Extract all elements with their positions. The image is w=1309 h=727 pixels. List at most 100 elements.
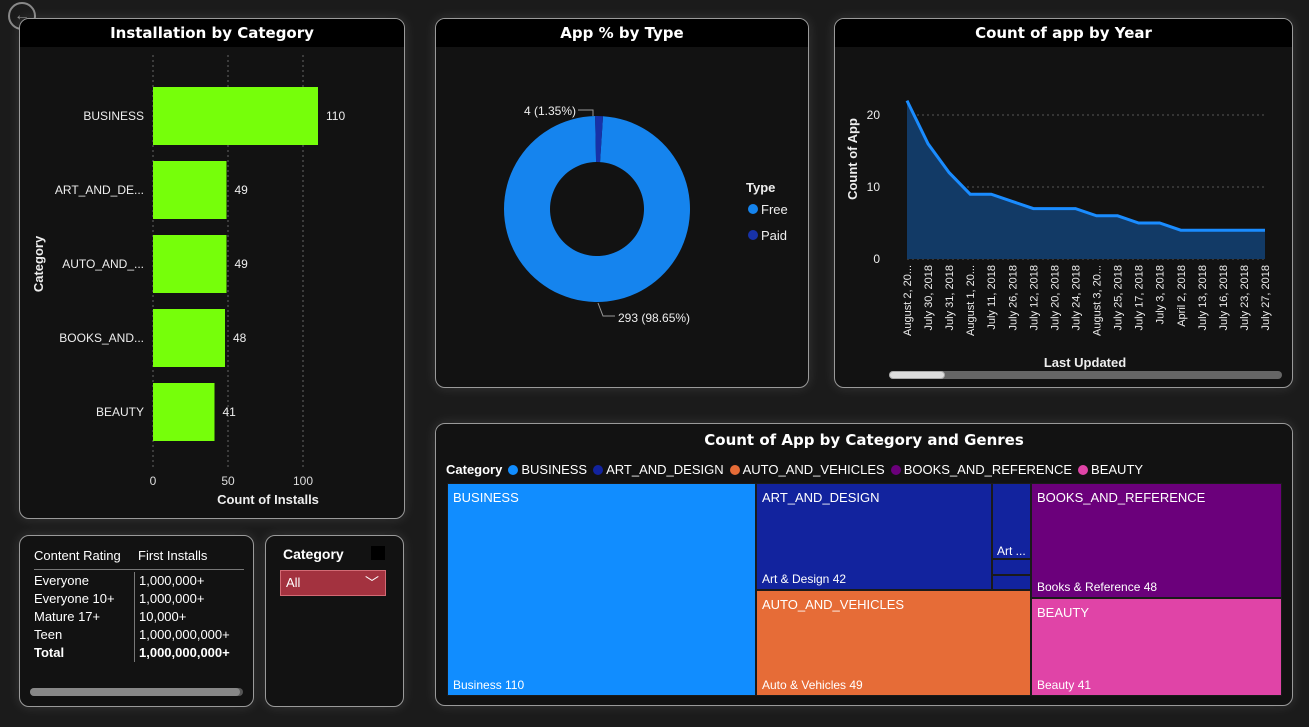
area-fill (907, 100, 1265, 259)
x-tick-label: 100 (293, 474, 313, 488)
x-tick-label: July 27, 2018 (1260, 265, 1272, 330)
bar (153, 309, 225, 367)
legend-item-business[interactable]: BUSINESS (508, 462, 587, 477)
paid-leader-line (578, 109, 594, 116)
free-data-label: 293 (98.65%) (618, 311, 690, 325)
x-tick-label: July 24, 2018 (1070, 265, 1082, 330)
bar-data-label: 49 (235, 183, 249, 197)
x-tick-label: August 3, 20... (1092, 265, 1104, 336)
table-total-row: Total 1,000,000,000+ (34, 644, 244, 662)
year-area-svg: 0 10 20 August 2, 20... July 30, 2018 July 31… (845, 99, 1272, 370)
category-dropdown[interactable]: All ﹀ (280, 570, 386, 596)
x-axis-title: Count of Installs (217, 492, 319, 507)
legend-dot-beauty (1078, 464, 1089, 475)
treemap-legend-title: Category (446, 462, 503, 477)
x-tick-label: July 13, 2018 (1197, 265, 1209, 330)
legend-label-paid: Paid (761, 228, 787, 243)
bar-data-label: 110 (326, 109, 345, 123)
bar-data-label: 49 (235, 257, 249, 271)
legend-dot-art (593, 464, 604, 475)
legend-dot-auto (729, 464, 740, 475)
slicer-clear-icon[interactable] (371, 546, 385, 560)
table-row: Mature 17+ 10,000+ (34, 608, 244, 626)
legend-item-art[interactable]: ART_AND_DESIGN (593, 462, 724, 477)
dropdown-selected-value: All (286, 575, 301, 590)
slicer-title: Category (283, 546, 344, 562)
x-tick-label: July 17, 2018 (1134, 265, 1146, 330)
x-tick-label: July 3, 2018 (1155, 265, 1167, 324)
y-tick-label: BEAUTY (96, 405, 144, 419)
legend-title: Type (746, 180, 775, 195)
x-tick-label: July 30, 2018 (923, 265, 935, 330)
table-row: Everyone 10+ 1,000,000+ (34, 590, 244, 608)
treemap-tile-business[interactable]: BUSINESS Business 110 (447, 483, 756, 696)
y-tick-label: ART_AND_DE... (55, 183, 144, 197)
x-axis-title: Last Updated (1044, 355, 1126, 370)
x-tick-label: July 20, 2018 (1049, 265, 1061, 330)
content-rating-table: Content Rating First Installs Everyone 1,… (19, 535, 254, 707)
table-row: Everyone 1,000,000+ (34, 572, 244, 590)
year-chart-scrollbar[interactable] (889, 371, 1282, 379)
treemap-tile-art-sub-2[interactable] (992, 559, 1031, 575)
y-axis-title: Category (31, 235, 46, 292)
x-tick-label: July 16, 2018 (1218, 265, 1230, 330)
free-leader-line (597, 302, 615, 317)
x-tick-label: August 2, 20... (902, 265, 914, 336)
table-row: Teen 1,000,000,000+ (34, 626, 244, 644)
col-header-content-rating[interactable]: Content Rating (34, 548, 134, 563)
treemap-tile-art-and-design[interactable]: ART_AND_DESIGN Art & Design 42 (756, 483, 992, 590)
chevron-down-icon: ﹀ (365, 575, 379, 591)
rating-table: Content Rating First Installs Everyone 1,… (34, 548, 244, 662)
type-donut-svg: 4 (1.35%) 293 (98.65%) Type Free Paid (504, 104, 788, 325)
paid-data-label: 4 (1.35%) (524, 104, 576, 118)
treemap-title: Count of App by Category and Genres (436, 426, 1292, 454)
x-tick-label: July 25, 2018 (1113, 265, 1125, 330)
col-header-first-installs[interactable]: First Installs (134, 548, 244, 563)
treemap-tile-auto-and-vehicles[interactable]: AUTO_AND_VEHICLES Auto & Vehicles 49 (756, 590, 1031, 696)
installs-bar-chart: Installation by Category 0 50 100 BUSINESS 1… (19, 18, 405, 519)
y-tick-label: 0 (873, 252, 880, 266)
treemap-tile-books-and-reference[interactable]: BOOKS_AND_REFERENCE Books & Reference 48 (1031, 483, 1282, 598)
treemap-tile-beauty[interactable]: BEAUTY Beauty 41 (1031, 598, 1282, 696)
x-tick-label: April 2, 2018 (1176, 265, 1188, 327)
bar (153, 87, 318, 145)
x-tick-label: 50 (221, 474, 235, 488)
treemap-tile-art-sub[interactable]: Art ... (992, 483, 1031, 559)
bar-data-label: 48 (233, 331, 247, 345)
category-genre-treemap: Count of App by Category and Genres Cate… (435, 423, 1293, 706)
bar-data-label: 41 (223, 405, 237, 419)
treemap-legend: Category BUSINESS ART_AND_DESIGN AUTO_AN… (446, 462, 1143, 477)
x-tick-label: July 31, 2018 (944, 265, 956, 330)
year-chart-scroll-thumb[interactable] (889, 371, 945, 379)
year-area-chart: Count of app by Year 0 10 20 August 2, 20..… (834, 18, 1293, 388)
y-tick-label: AUTO_AND_... (62, 257, 144, 271)
category-slicer: Category All ﹀ (265, 535, 404, 707)
type-donut-chart: App % by Type 4 (1.35%) 293 (98.65%) Type F… (435, 18, 809, 388)
x-tick-label: August 1, 20... (965, 265, 977, 336)
table-scrollbar[interactable] (30, 688, 243, 696)
bar (153, 161, 227, 219)
y-tick-label: 10 (867, 180, 881, 194)
legend-dot-business (508, 464, 519, 475)
legend-dot-books (890, 464, 901, 475)
y-tick-label: 20 (867, 108, 881, 122)
legend-dot-free (748, 204, 758, 214)
legend-item-auto[interactable]: AUTO_AND_VEHICLES (729, 462, 885, 477)
table-header: Content Rating First Installs (34, 548, 244, 570)
legend-dot-paid (748, 230, 758, 240)
x-tick-label: July 12, 2018 (1028, 265, 1040, 330)
installs-bar-svg: 0 50 100 BUSINESS 110 ART_AND_DE... 49 AUTO_AND… (31, 55, 345, 507)
table-scroll-thumb[interactable] (30, 688, 240, 696)
y-tick-label: BOOKS_AND... (59, 331, 144, 345)
legend-item-books[interactable]: BOOKS_AND_REFERENCE (890, 462, 1072, 477)
y-axis-title: Count of App (845, 118, 860, 200)
bar (153, 235, 227, 293)
x-tick-label: July 26, 2018 (1007, 265, 1019, 330)
x-tick-label: July 11, 2018 (986, 265, 998, 330)
legend-item-beauty[interactable]: BEAUTY (1078, 462, 1143, 477)
treemap-tile-art-sub-3[interactable] (992, 575, 1031, 590)
y-tick-label: BUSINESS (83, 109, 144, 123)
x-tick-label: July 23, 2018 (1239, 265, 1251, 330)
x-tick-label: 0 (150, 474, 157, 488)
bar (153, 383, 215, 441)
